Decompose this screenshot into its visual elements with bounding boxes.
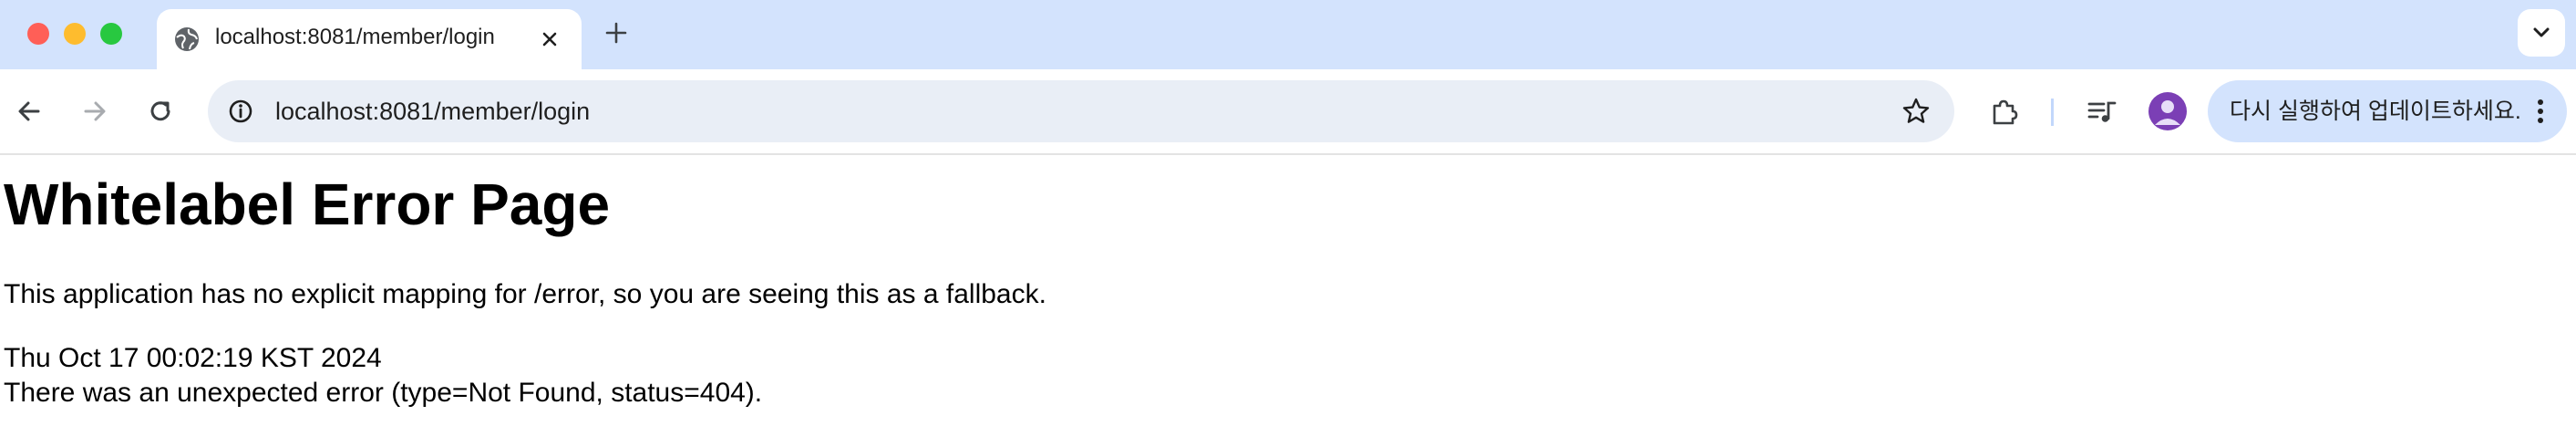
url-text[interactable]: localhost:8081/member/login [275, 95, 590, 128]
tab-strip: localhost:8081/member/login [0, 0, 2576, 69]
info-icon[interactable] [221, 91, 261, 131]
plus-icon[interactable] [600, 16, 633, 49]
window-minimize-button[interactable] [64, 23, 86, 45]
update-chrome-button[interactable]: 다시 실행하여 업데이트하세요. [2208, 80, 2567, 142]
error-message: This application has no explicit mapping… [4, 279, 1046, 309]
page-title: Whitelabel Error Page [4, 172, 611, 237]
arrow-left-icon[interactable] [11, 93, 47, 130]
chevron-down-icon[interactable] [2518, 9, 2565, 57]
error-timestamp: Thu Oct 17 00:02:19 KST 2024 [4, 343, 382, 373]
toolbar-separator [0, 153, 2576, 155]
arrow-right-icon[interactable] [77, 93, 113, 130]
close-icon[interactable] [534, 24, 565, 55]
star-icon[interactable] [1898, 93, 1934, 130]
media-queue-icon[interactable] [2084, 93, 2120, 130]
toolbar-divider [2051, 99, 2054, 126]
globe-icon [173, 26, 201, 53]
active-tab[interactable]: localhost:8081/member/login [157, 9, 582, 69]
address-bar[interactable]: localhost:8081/member/login [208, 80, 1954, 142]
window-close-button[interactable] [27, 23, 49, 45]
tab-title: localhost:8081/member/login [215, 25, 495, 49]
reload-icon[interactable] [142, 93, 179, 130]
error-details: There was an unexpected error (type=Not … [4, 378, 763, 408]
avatar-icon[interactable] [2148, 92, 2187, 130]
update-button-label: 다시 실행하여 업데이트하세요. [2230, 99, 2521, 124]
window-maximize-button[interactable] [100, 23, 122, 45]
more-vertical-icon[interactable] [2527, 95, 2554, 128]
browser-toolbar: localhost:8081/member/login [0, 69, 2576, 153]
puzzle-icon[interactable] [1985, 93, 2022, 130]
